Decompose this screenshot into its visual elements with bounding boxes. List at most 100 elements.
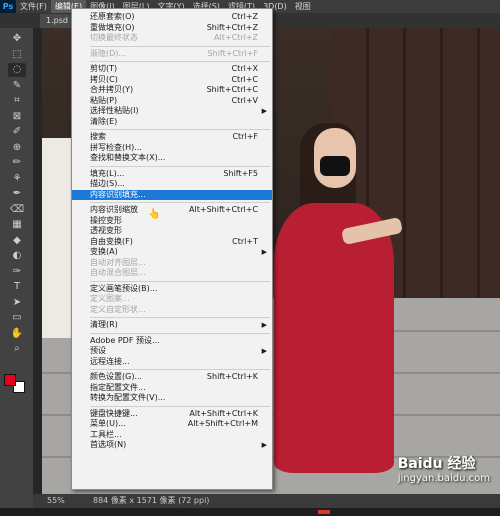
menu-item[interactable]: Adobe PDF 预设...: [72, 336, 272, 347]
menu-item-shortcut: Shift+Ctrl+Z: [206, 22, 258, 32]
menu-item-shortcut: Alt+Shift+Ctrl+K: [189, 408, 258, 418]
document-info: 884 像素 x 1571 像素 (72 ppi): [93, 496, 210, 505]
menu-item[interactable]: 剪切(T) Ctrl+X: [72, 64, 272, 75]
gradient-icon[interactable]: ▦: [8, 218, 26, 232]
healing-icon[interactable]: ⊕: [8, 141, 26, 155]
menu-item[interactable]: 重做填充(O) Shift+Ctrl+Z: [72, 23, 272, 34]
menu-item[interactable]: 键盘快捷键... Alt+Shift+Ctrl+K: [72, 409, 272, 420]
history-brush-icon[interactable]: ✒: [8, 187, 26, 201]
menu-item[interactable]: 内容识别缩放 Alt+Shift+Ctrl+C: [72, 205, 272, 216]
menu-item-label: 操控变形: [90, 215, 122, 225]
frame-icon[interactable]: ⊠: [8, 110, 26, 124]
menu-item-label: 渐隐(D)...: [90, 48, 127, 58]
menu-item[interactable]: 自由变换(F) Ctrl+T: [72, 237, 272, 248]
marquee-icon[interactable]: ⬚: [8, 48, 26, 62]
type-icon[interactable]: T: [8, 280, 26, 294]
menu-item[interactable]: 菜单(U)... Alt+Shift+Ctrl+M: [72, 419, 272, 430]
lasso-icon[interactable]: ◌: [8, 63, 26, 77]
brush-icon[interactable]: ✏: [8, 156, 26, 170]
menu-item[interactable]: 工具栏...: [72, 430, 272, 441]
menu-item-shortcut: Ctrl+Z: [231, 12, 258, 21]
menu-item[interactable]: 拼写检查(H)...: [72, 143, 272, 154]
menu-separator: [90, 317, 270, 318]
menu-item[interactable]: 填充(L)... Shift+F5: [72, 169, 272, 180]
photo-red-dress: [274, 203, 394, 473]
menu-item: 定义图案...: [72, 294, 272, 305]
menu-separator: [90, 165, 270, 167]
menu-item-label: 自由变换(F): [90, 236, 133, 246]
menu-item[interactable]: 透视变形: [72, 226, 272, 237]
menu-item-label: 透视变形: [90, 226, 122, 235]
menu-item[interactable]: 清除(E): [72, 117, 272, 128]
menu-item[interactable]: 转换为配置文件(V)...: [72, 393, 272, 404]
menu-item[interactable]: 操控变形: [72, 216, 272, 227]
menu-item[interactable]: 清理(R) ▶: [72, 320, 272, 331]
baidu-watermark: Baidu 经验 jingyan.baidu.com: [398, 453, 490, 484]
menu-item[interactable]: 首选项(N) ▶: [72, 440, 272, 451]
menu-item-shortcut: Ctrl+F: [232, 132, 258, 141]
dodge-icon[interactable]: ◐: [8, 249, 26, 263]
submenu-arrow-icon: ▶: [261, 441, 267, 449]
zoom-icon[interactable]: ⌕: [8, 342, 26, 356]
menu-item[interactable]: 定义画笔预设(B)...: [72, 284, 272, 295]
progress-indicator: [318, 510, 330, 514]
stamp-icon[interactable]: ⚘: [8, 172, 26, 186]
menu-item-label: 远程连接...: [90, 356, 130, 366]
submenu-arrow-icon: ▶: [261, 248, 267, 256]
menu-item[interactable]: 颜色设置(G)... Shift+Ctrl+K: [72, 372, 272, 383]
menu-item-label: 还原套索(O): [90, 12, 135, 21]
menu-separator: [90, 45, 270, 47]
menu-item-label: 剪切(T): [90, 64, 118, 73]
mouse-cursor-icon: 👆: [148, 209, 161, 220]
menu-item[interactable]: 还原套索(O) Ctrl+Z: [72, 12, 272, 23]
menu-item-label: 键盘快捷键...: [90, 408, 138, 418]
pen-icon[interactable]: ✑: [8, 265, 26, 279]
menu-item[interactable]: 内容识别填充...: [72, 189, 272, 200]
photo-person-left: [42, 138, 72, 338]
menu-item[interactable]: 指定配置文件...: [72, 383, 272, 394]
shape-icon[interactable]: ▭: [8, 311, 26, 325]
menu-item[interactable]: 粘贴(P) Ctrl+V: [72, 96, 272, 107]
menu-item: 自动对齐图层...: [72, 258, 272, 269]
menu-item[interactable]: 预设 ▶: [72, 346, 272, 357]
menu-item-label: 转换为配置文件(V)...: [90, 393, 166, 402]
menu-item: 渐隐(D)... Shift+Ctrl+F: [72, 49, 272, 60]
blur-icon[interactable]: ◆: [8, 234, 26, 248]
edit-menu-dropdown: 还原套索(O) Ctrl+Z 重做填充(O) Shift+Ctrl+Z 切换最终状态 Al…: [71, 8, 273, 490]
menu-item-shortcut: Shift+Ctrl+F: [207, 48, 258, 58]
menu-item-label: 选择性粘贴(I): [90, 106, 139, 115]
crop-icon[interactable]: ⌗: [8, 94, 26, 108]
zoom-level[interactable]: 55%: [47, 494, 65, 508]
eyedropper-icon[interactable]: ✐: [8, 125, 26, 139]
menu-item[interactable]: 搜索 Ctrl+F: [72, 132, 272, 143]
menu-item[interactable]: 变换(A) ▶: [72, 247, 272, 258]
menu-item-label: 自动混合图层...: [90, 268, 146, 277]
menu-item-label: 切换最终状态: [90, 33, 138, 42]
photoshop-logo[interactable]: Ps: [0, 0, 16, 13]
menu-item: 定义自定形状...: [72, 305, 272, 316]
menu-item[interactable]: 合并拷贝(Y) Shift+Ctrl+C: [72, 85, 272, 96]
menu-item[interactable]: 远程连接...: [72, 357, 272, 368]
menu-item[interactable]: 拷贝(C) Ctrl+C: [72, 75, 272, 86]
menu-separator: [90, 332, 270, 334]
menu-item-shortcut: Shift+Ctrl+K: [206, 372, 258, 381]
menu-item[interactable]: 查找和替换文本(X)...: [72, 153, 272, 164]
foreground-color-swatch[interactable]: [4, 374, 16, 386]
menu-separator: [90, 369, 270, 370]
menu-item-label: 描边(S)...: [90, 179, 125, 188]
menu-item-label: 变换(A): [90, 247, 118, 256]
menu-item[interactable]: 描边(S)...: [72, 179, 272, 190]
menu-item-label: 清除(E): [90, 116, 118, 126]
menu-item-label: 重做填充(O): [90, 22, 135, 32]
quick-select-icon[interactable]: ✎: [8, 79, 26, 93]
menubar-item-8[interactable]: 视图: [291, 0, 315, 13]
menu-item[interactable]: 选择性粘贴(I) ▶: [72, 106, 272, 117]
path-select-icon[interactable]: ➤: [8, 296, 26, 310]
watermark-url: jingyan.baidu.com: [397, 473, 490, 484]
hand-icon[interactable]: ✋: [8, 327, 26, 341]
menu-item-label: 预设: [90, 346, 106, 355]
tools-panel: ✥ ⬚ ◌ ✎ ⌗ ⊠ ✐ ⊕ ✏ ⚘ ✒ ⌫ ▦ ◆ ◐ ✑ T ➤ ▭ ✋ ⌕: [0, 28, 33, 516]
menubar-item-0[interactable]: 文件(F): [16, 0, 51, 13]
eraser-icon[interactable]: ⌫: [8, 203, 26, 217]
move-icon[interactable]: ✥: [8, 32, 26, 46]
